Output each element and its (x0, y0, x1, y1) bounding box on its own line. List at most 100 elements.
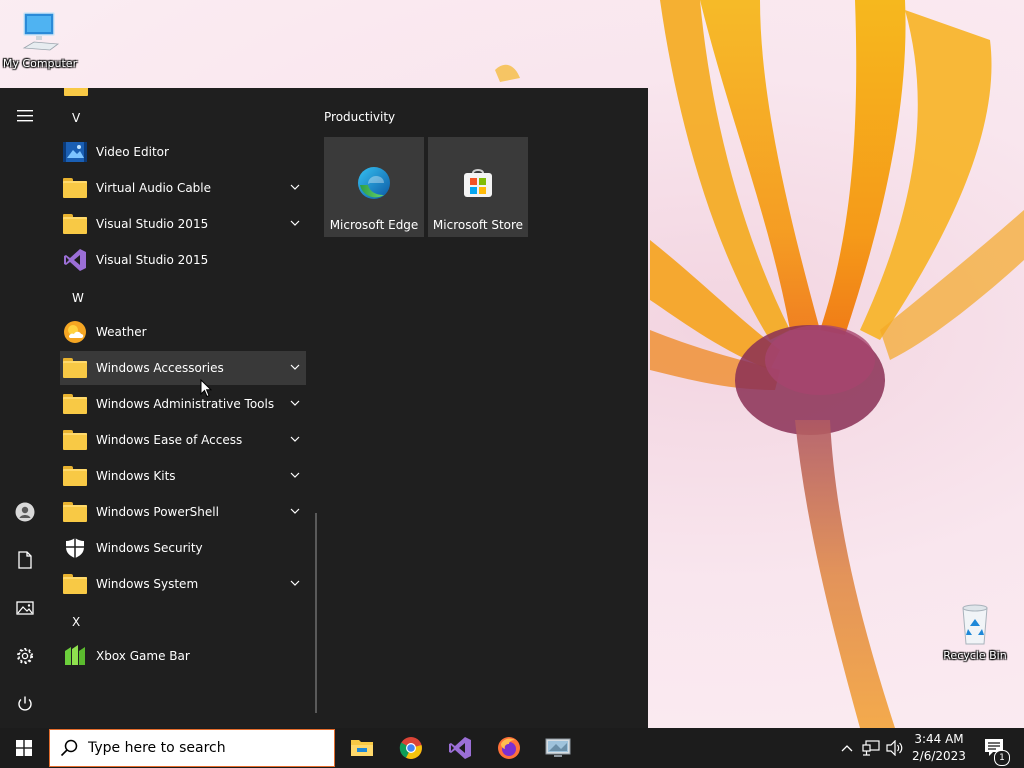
start-button[interactable] (0, 728, 48, 768)
folder-icon (63, 358, 87, 378)
chevron-down-icon[interactable] (290, 182, 300, 192)
search-icon (60, 739, 78, 757)
folder-icon (63, 574, 87, 594)
start-menu-rail (0, 88, 50, 728)
taskbar-file-explorer[interactable] (338, 728, 386, 768)
settings-icon (17, 648, 33, 664)
recycle-bin-label: Recycle Bin (943, 649, 1007, 662)
search-input[interactable] (88, 740, 318, 756)
remote-desktop-icon (545, 738, 571, 757)
app-visual-studio-2015-folder[interactable]: Visual Studio 2015 (60, 207, 306, 241)
app-list[interactable]: V Video Editor Virtual Audio Cable Visua… (60, 88, 310, 728)
documents-button[interactable] (5, 540, 45, 580)
chevron-down-icon[interactable] (290, 362, 300, 372)
chevron-down-icon[interactable] (290, 578, 300, 588)
chevron-down-icon[interactable] (290, 398, 300, 408)
folder-icon (64, 88, 88, 96)
app-windows-system[interactable]: Windows System (60, 567, 306, 601)
notification-center-button[interactable]: 1 (978, 728, 1012, 768)
app-visual-studio-2015[interactable]: Visual Studio 2015 (60, 243, 306, 277)
app-name: Windows Kits (96, 469, 176, 483)
computer-icon (22, 12, 60, 51)
taskbar-firefox[interactable] (485, 728, 533, 768)
menu-icon (17, 110, 33, 122)
volume-icon (886, 740, 903, 756)
tile-label: Microsoft Edge (329, 218, 419, 232)
partial-folder-row (64, 88, 88, 96)
chevron-down-icon[interactable] (290, 506, 300, 516)
app-name: Visual Studio 2015 (96, 253, 209, 267)
search-box[interactable] (49, 729, 335, 767)
tile-group-title[interactable]: Productivity (324, 110, 395, 124)
settings-button[interactable] (5, 636, 45, 676)
app-name: Weather (96, 325, 147, 339)
tile-microsoft-store[interactable]: Microsoft Store (428, 137, 528, 237)
expand-menu-button[interactable] (5, 96, 45, 136)
notification-badge: 1 (994, 750, 1010, 766)
network-icon (862, 740, 880, 756)
app-name: Windows System (96, 577, 199, 591)
app-windows-powershell[interactable]: Windows PowerShell (60, 495, 306, 529)
taskbar-chrome[interactable] (387, 728, 435, 768)
app-name: Windows Accessories (96, 361, 224, 375)
start-menu: V Video Editor Virtual Audio Cable Visua… (0, 88, 648, 728)
chevron-down-icon[interactable] (290, 470, 300, 480)
network-button[interactable] (860, 728, 882, 768)
app-xbox-game-bar[interactable]: Xbox Game Bar (60, 639, 306, 673)
app-name: Windows Security (96, 541, 203, 555)
visual-studio-icon (449, 737, 471, 759)
app-name: Virtual Audio Cable (96, 181, 212, 195)
chevron-down-icon[interactable] (290, 218, 300, 228)
chevron-down-icon[interactable] (290, 434, 300, 444)
tile-label: Microsoft Store (432, 218, 524, 232)
app-virtual-audio-cable[interactable]: Virtual Audio Cable (60, 171, 306, 205)
folder-icon (63, 394, 87, 414)
recycle-bin-desktop-icon[interactable]: Recycle Bin (935, 602, 1015, 662)
app-windows-security[interactable]: Windows Security (60, 531, 306, 565)
video-editor-icon (63, 142, 87, 162)
power-button[interactable] (5, 684, 45, 724)
taskbar-visual-studio[interactable] (436, 728, 484, 768)
tiles-area: Productivity Microsoft Edge Microsoft St… (324, 88, 644, 728)
file-explorer-icon (351, 740, 373, 756)
app-weather[interactable]: Weather (60, 315, 306, 349)
app-name: Windows Ease of Access (96, 433, 243, 447)
chevron-up-icon (841, 745, 853, 752)
tile-microsoft-edge[interactable]: Microsoft Edge (324, 137, 424, 237)
volume-button[interactable] (884, 728, 906, 768)
app-windows-kits[interactable]: Windows Kits (60, 459, 306, 493)
app-windows-accessories[interactable]: Windows Accessories (60, 351, 306, 385)
taskbar: 3:44 AM 2/6/2023 1 (0, 728, 1024, 768)
pictures-icon (16, 601, 34, 615)
user-icon (15, 502, 35, 522)
clock-date: 2/6/2023 (912, 749, 966, 763)
folder-icon (63, 214, 87, 234)
app-windows-ease-of-access[interactable]: Windows Ease of Access (60, 423, 306, 457)
taskbar-remote-desktop[interactable] (534, 728, 582, 768)
recycle-bin-icon (962, 604, 988, 645)
edge-icon (358, 167, 390, 199)
user-account-button[interactable] (5, 492, 45, 532)
pictures-button[interactable] (5, 588, 45, 628)
folder-icon (63, 178, 87, 198)
weather-icon (64, 321, 86, 343)
windows-logo-icon (16, 740, 32, 756)
app-windows-administrative-tools[interactable]: Windows Administrative Tools (60, 387, 306, 421)
firefox-icon (498, 737, 520, 759)
app-name: Windows PowerShell (96, 505, 219, 519)
letter-header-w[interactable]: W (72, 291, 84, 305)
store-icon (464, 169, 492, 197)
show-hidden-icons-button[interactable] (838, 728, 856, 768)
app-video-editor[interactable]: Video Editor (60, 135, 306, 169)
chrome-icon (399, 737, 422, 759)
clock-time: 3:44 AM (914, 732, 964, 746)
app-name: Video Editor (96, 145, 169, 159)
my-computer-desktop-icon[interactable]: My Computer (0, 10, 80, 70)
letter-header-v[interactable]: V (72, 111, 80, 125)
letter-header-x[interactable]: X (72, 615, 80, 629)
app-list-scrollbar[interactable] (315, 513, 317, 713)
visual-studio-icon (64, 249, 86, 271)
clock[interactable]: 3:44 AM 2/6/2023 (908, 731, 970, 765)
app-name: Visual Studio 2015 (96, 217, 209, 231)
xbox-game-bar-icon (65, 645, 85, 665)
